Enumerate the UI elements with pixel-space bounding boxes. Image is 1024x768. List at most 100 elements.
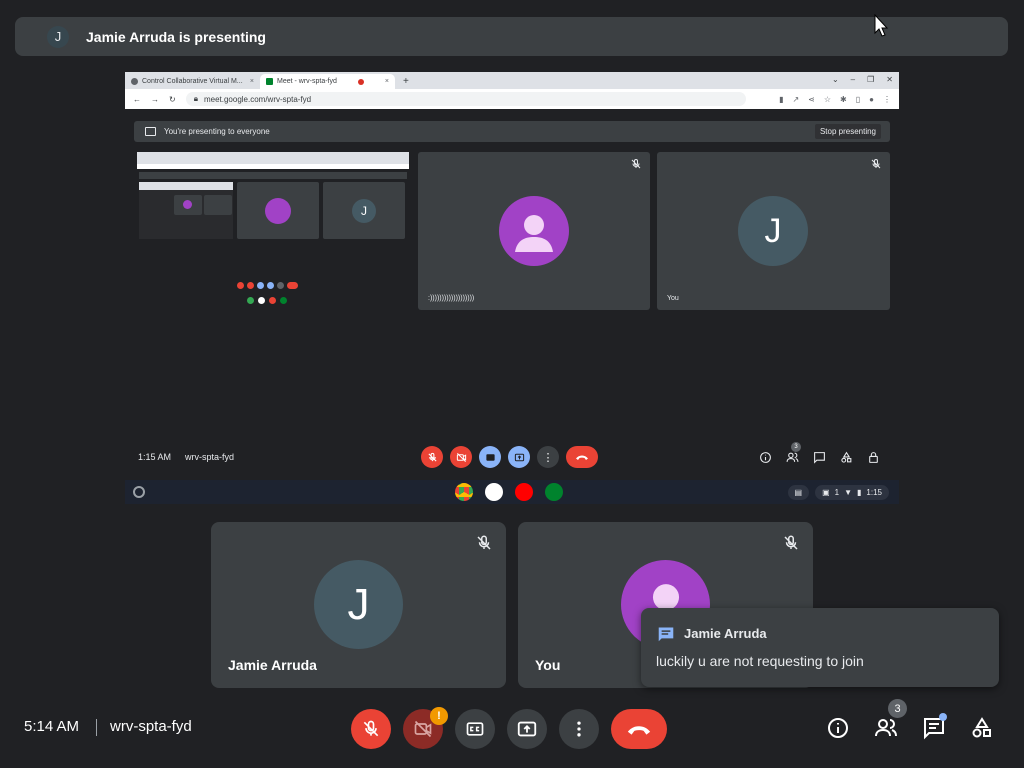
captions-button[interactable] xyxy=(455,709,495,749)
nested-address-bar xyxy=(137,164,409,169)
battery-icon: ▮ xyxy=(857,487,862,497)
present-button[interactable] xyxy=(507,709,547,749)
people-icon xyxy=(875,719,897,737)
extensions-icon[interactable]: ✱ xyxy=(840,95,847,104)
inner-participant-tile: :))))))))))))))))))) xyxy=(418,152,650,310)
close-tab-icon[interactable]: × xyxy=(385,78,389,85)
forward-icon[interactable]: → xyxy=(151,95,159,104)
share-icon[interactable]: ⋖ xyxy=(808,95,815,104)
present-screen-icon xyxy=(517,721,537,737)
people-count-badge: 3 xyxy=(791,441,801,452)
activities-icon[interactable] xyxy=(840,451,853,464)
open-external-icon[interactable]: ↗ xyxy=(792,95,799,104)
inner-right-controls: 3 xyxy=(759,441,880,464)
system-tray-button[interactable]: ▣ 1 ▼ ▮ 1:15 xyxy=(815,484,889,500)
back-icon[interactable]: ← xyxy=(133,95,141,104)
inner-meeting-bar: 1:15 AM wrv-spta-fyd ⋮ 3 xyxy=(125,441,899,472)
present-screen-icon xyxy=(145,127,156,136)
inner-meeting-code: wrv-spta-fyd xyxy=(185,452,235,462)
hangup-icon xyxy=(627,726,651,735)
meet-app-icon[interactable] xyxy=(545,483,563,501)
meeting-details-button[interactable] xyxy=(824,714,852,742)
people-button[interactable] xyxy=(872,714,900,742)
sidepanel-icon[interactable]: ▯ xyxy=(856,95,860,104)
inner-captions-button[interactable] xyxy=(479,446,501,468)
people-icon[interactable]: 3 xyxy=(786,441,801,464)
meeting-time: 5:14 AM xyxy=(24,718,80,735)
inner-present-button[interactable] xyxy=(508,446,530,468)
info-icon[interactable] xyxy=(759,451,772,464)
file-icon: ▤ xyxy=(794,487,803,497)
profile-icon[interactable]: ● xyxy=(869,95,874,104)
people-count-badge: 3 xyxy=(888,699,907,718)
more-options-button[interactable] xyxy=(559,709,599,749)
host-controls-icon[interactable] xyxy=(867,451,880,464)
presenting-banner: You're presenting to everyone Stop prese… xyxy=(134,121,890,142)
participant-avatar: J xyxy=(314,560,403,649)
shelf-apps xyxy=(455,483,563,501)
inner-mic-button[interactable] xyxy=(421,446,443,468)
browser-toolbar: ← → ↻ 🔒︎ meet.google.com/wrv-spta-fyd ▮ … xyxy=(125,89,899,109)
gmail-app-icon[interactable] xyxy=(485,483,503,501)
address-url: meet.google.com/wrv-spta-fyd xyxy=(203,94,312,104)
browser-tab-label: Meet - wrv-spta-fyd xyxy=(277,78,337,85)
camera-off-icon xyxy=(456,452,466,462)
inner-camera-button[interactable] xyxy=(450,446,472,468)
browser-toolbar-icons: ▮ ↗ ⋖ ☆ ✱ ▯ ● ⋮ xyxy=(779,95,891,104)
more-vert-icon xyxy=(577,721,581,737)
browser-tab-active[interactable]: Meet - wrv-spta-fyd × xyxy=(260,74,395,89)
mic-off-icon xyxy=(631,158,641,169)
hangup-icon xyxy=(576,455,588,460)
chrome-app-icon[interactable] xyxy=(455,483,473,501)
mic-toggle-button[interactable] xyxy=(351,709,391,749)
leave-call-button[interactable] xyxy=(611,709,667,749)
holding-space-button[interactable]: ▤ xyxy=(787,484,810,500)
wifi-icon: ▼ xyxy=(844,487,853,497)
launcher-icon[interactable] xyxy=(133,486,145,498)
address-bar[interactable]: 🔒︎ meet.google.com/wrv-spta-fyd xyxy=(185,92,746,106)
participant-avatar xyxy=(499,196,569,266)
close-icon[interactable]: ✕ xyxy=(886,75,893,84)
stop-presenting-button[interactable]: Stop presenting xyxy=(814,124,881,139)
chat-icon xyxy=(658,627,674,642)
chevron-down-icon[interactable]: ⌄ xyxy=(832,75,839,84)
nested-banner xyxy=(139,172,407,179)
mic-off-icon xyxy=(363,720,379,737)
participant-avatar: J xyxy=(738,196,808,266)
divider xyxy=(96,719,97,736)
star-icon[interactable]: ☆ xyxy=(824,95,831,104)
menu-icon[interactable]: ⋮ xyxy=(883,95,891,104)
restore-icon[interactable]: ❐ xyxy=(867,75,874,84)
activities-icon xyxy=(972,717,991,738)
captions-icon xyxy=(466,722,484,736)
activities-button[interactable] xyxy=(968,714,996,742)
inner-more-button[interactable]: ⋮ xyxy=(537,446,559,468)
nested-deeper-share xyxy=(139,182,233,239)
close-tab-icon[interactable]: × xyxy=(250,78,254,85)
minimize-icon[interactable]: – xyxy=(851,75,855,84)
inner-hangup-button[interactable] xyxy=(566,446,598,468)
new-tab-button[interactable]: + xyxy=(395,76,417,89)
participant-name: You xyxy=(667,295,679,302)
reload-icon[interactable]: ↻ xyxy=(169,95,176,104)
person-icon xyxy=(515,215,553,252)
nested-tile: J xyxy=(323,182,405,239)
nested-avatar: J xyxy=(352,199,376,223)
more-vert-icon: ⋮ xyxy=(542,451,554,464)
youtube-app-icon[interactable] xyxy=(515,483,533,501)
meet-tab-icon xyxy=(266,78,273,85)
lock-icon: 🔒︎ xyxy=(193,94,198,103)
inner-participant-tile: J You xyxy=(657,152,890,310)
os-shelf: ▤ ▣ 1 ▼ ▮ 1:15 xyxy=(125,480,899,504)
chat-icon[interactable] xyxy=(813,451,826,464)
camera-icon[interactable]: ▮ xyxy=(779,95,783,104)
mic-off-icon xyxy=(427,452,437,462)
browser-tab-label: Control Collaborative Virtual M... xyxy=(142,78,243,85)
info-icon xyxy=(828,718,848,738)
presenter-avatar: J xyxy=(47,25,69,48)
nested-tile xyxy=(237,182,319,239)
browser-tab[interactable]: Control Collaborative Virtual M... × xyxy=(125,74,260,89)
chat-notification[interactable]: Jamie Arruda luckily u are not requestin… xyxy=(641,608,999,687)
status-tray: ▤ ▣ 1 ▼ ▮ 1:15 xyxy=(787,484,889,500)
browser-tab-strip: Control Collaborative Virtual M... × Mee… xyxy=(125,72,899,89)
